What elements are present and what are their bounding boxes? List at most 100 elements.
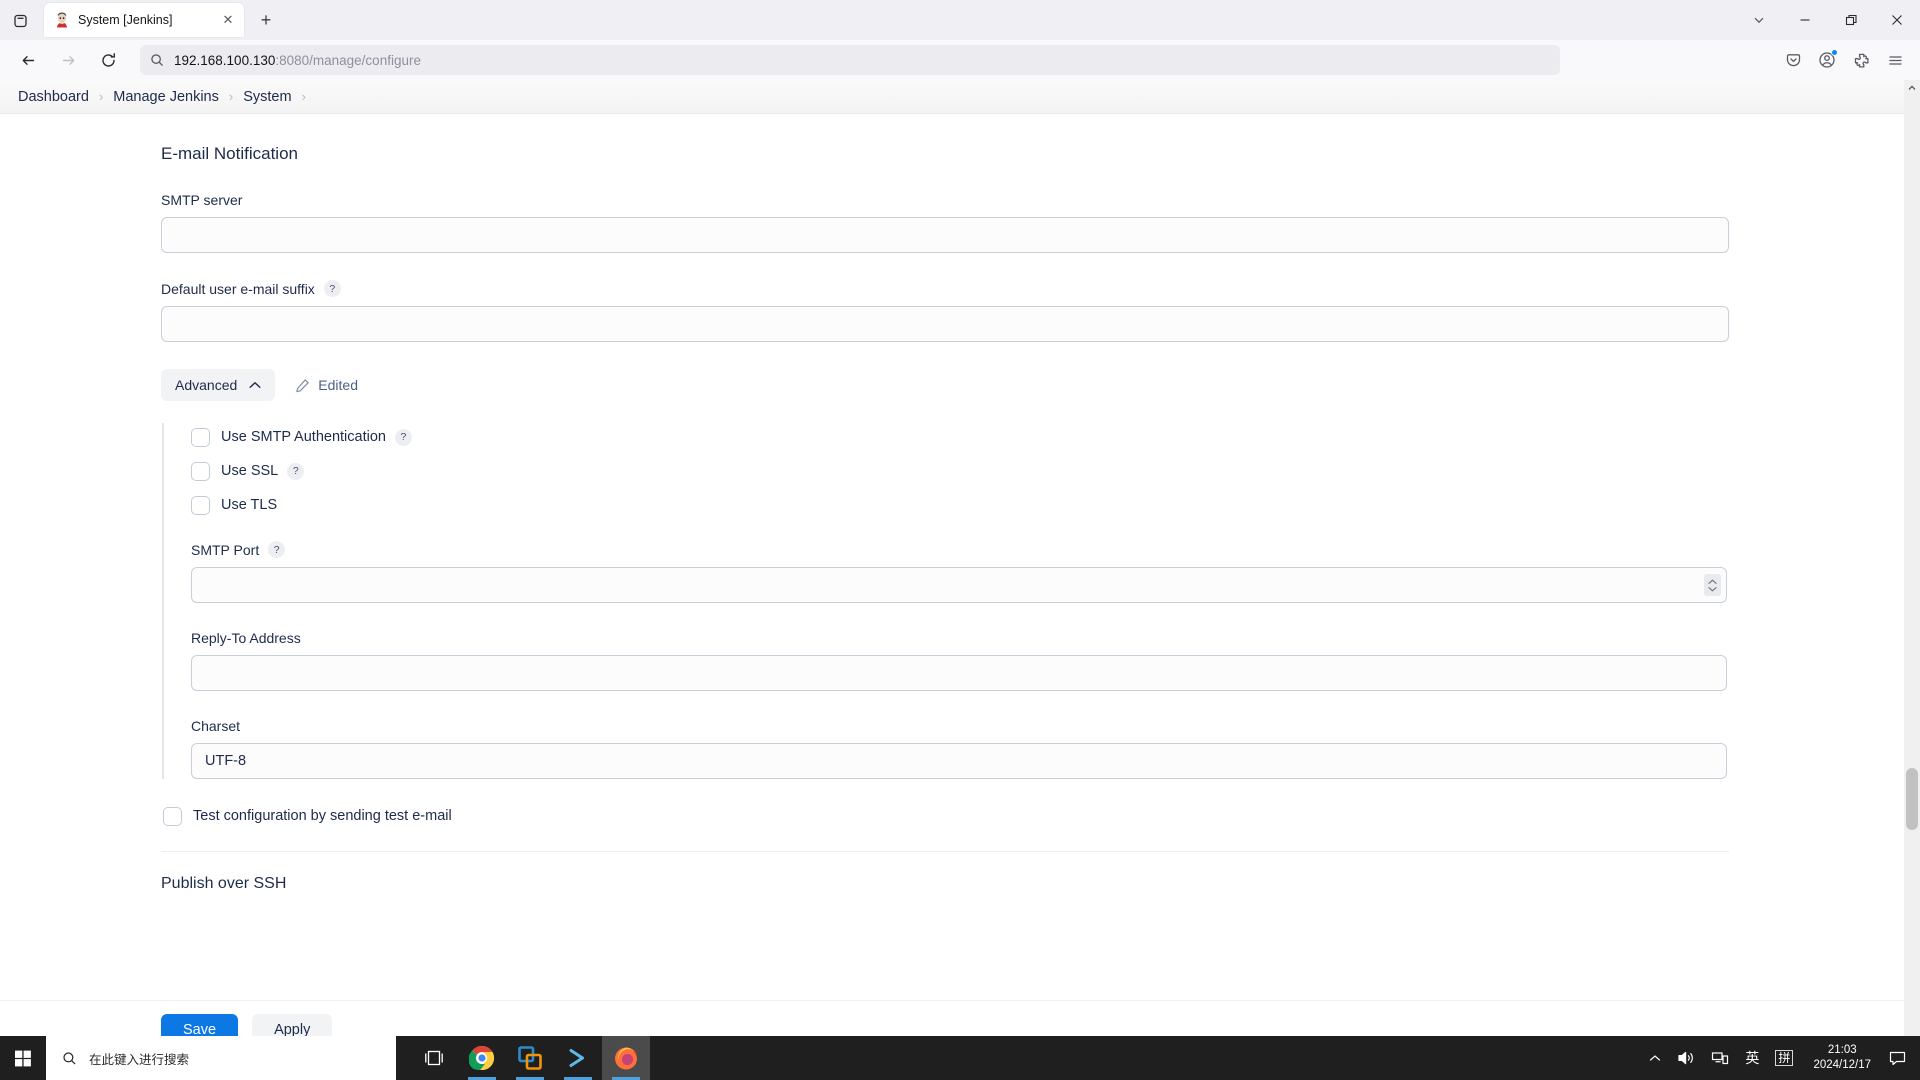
charset-label: Charset xyxy=(191,718,1731,734)
action-center-icon[interactable] xyxy=(1883,1036,1920,1080)
back-button-icon[interactable] xyxy=(11,44,45,76)
configuration-form: E-mail Notification SMTP server Default … xyxy=(0,114,1920,893)
forward-button-icon[interactable] xyxy=(51,44,85,76)
section-divider xyxy=(161,851,1729,852)
help-icon[interactable]: ? xyxy=(268,541,286,558)
advanced-toggle-label: Advanced xyxy=(175,377,238,393)
taskbar-clock[interactable]: 21:03 2024/12/17 xyxy=(1801,1036,1883,1080)
account-notification-dot xyxy=(1831,49,1838,56)
breadcrumb: Dashboard › Manage Jenkins › System › xyxy=(0,80,1920,114)
navigation-toolbar: 192.168.100.130:8080/manage/configure xyxy=(0,40,1920,80)
use-smtp-auth-checkbox[interactable] xyxy=(191,427,210,447)
scrollbar-thumb[interactable] xyxy=(1906,768,1918,830)
reply-to-label-text: Reply-To Address xyxy=(191,630,301,646)
page-scrollbar[interactable] xyxy=(1904,80,1920,1058)
smtp-port-number-stepper[interactable] xyxy=(1704,574,1721,596)
firefox-view-button[interactable] xyxy=(0,0,40,40)
windows-terminal-icon[interactable] xyxy=(554,1036,602,1080)
breadcrumb-separator-icon: › xyxy=(301,89,306,104)
jenkins-page-content: Dashboard › Manage Jenkins › System › E-… xyxy=(0,80,1920,1058)
page-title: E-mail Notification xyxy=(161,144,298,163)
save-to-pocket-icon[interactable] xyxy=(1776,44,1810,76)
charset-label-text: Charset xyxy=(191,718,241,734)
close-window-button[interactable] xyxy=(1874,0,1920,40)
reload-button-icon[interactable] xyxy=(91,44,125,76)
extensions-icon[interactable] xyxy=(1844,44,1878,76)
network-icon[interactable] xyxy=(1703,1036,1737,1080)
url-host: 192.168.100.130 xyxy=(174,52,276,68)
ime-language-indicator[interactable]: 英 xyxy=(1737,1036,1767,1080)
use-smtp-auth-label: Use SMTP Authentication ? xyxy=(221,428,412,446)
account-icon[interactable] xyxy=(1810,44,1844,76)
test-config-checkbox[interactable] xyxy=(163,806,182,826)
search-icon xyxy=(150,53,164,67)
tab-strip: System [Jenkins] ✕ + xyxy=(0,0,1920,40)
charset-input[interactable]: UTF-8 xyxy=(191,743,1727,779)
advanced-section: Use SMTP Authentication ? Use SSL ? Use … xyxy=(162,423,1731,779)
jenkins-favicon xyxy=(54,12,70,28)
ime-mode-indicator[interactable]: 拼 xyxy=(1767,1036,1801,1080)
smtp-port-label-text: SMTP Port xyxy=(191,541,260,558)
use-ssl-label-text: Use SSL xyxy=(221,463,279,479)
use-ssl-checkbox[interactable] xyxy=(191,461,210,481)
advanced-row: Advanced Edited xyxy=(161,369,1731,401)
smtp-port-label: SMTP Port ? xyxy=(191,541,1731,558)
advanced-toggle-button[interactable]: Advanced xyxy=(161,369,276,401)
vmware-workstation-icon[interactable] xyxy=(506,1036,554,1080)
taskbar-search-box[interactable]: 在此键入进行搜索 xyxy=(46,1036,396,1080)
system-tray: 英 拼 21:03 2024/12/17 xyxy=(1641,1036,1920,1080)
list-all-tabs-icon[interactable] xyxy=(1736,0,1782,40)
breadcrumb-item-manage-jenkins[interactable]: Manage Jenkins xyxy=(113,89,219,105)
clock-date: 2024/12/17 xyxy=(1813,1059,1871,1071)
windows-taskbar: 在此键入进行搜索 英 拼 21:03 2024/12/17 xyxy=(0,1036,1920,1080)
search-icon xyxy=(62,1051,77,1066)
breadcrumb-item-dashboard[interactable]: Dashboard xyxy=(18,89,89,105)
restore-window-button[interactable] xyxy=(1828,0,1874,40)
help-icon[interactable]: ? xyxy=(287,462,305,480)
google-chrome-icon[interactable] xyxy=(458,1036,506,1080)
breadcrumb-item-system[interactable]: System xyxy=(243,89,291,105)
ime-mode-label: 拼 xyxy=(1775,1050,1794,1066)
firefox-browser-window: System [Jenkins] ✕ + 192.168.100.130:808… xyxy=(0,0,1920,1058)
use-tls-row[interactable]: Use TLS xyxy=(191,491,1731,519)
breadcrumb-separator-icon: › xyxy=(228,89,234,104)
use-smtp-auth-row[interactable]: Use SMTP Authentication ? xyxy=(191,423,1731,451)
reply-to-input[interactable] xyxy=(191,655,1727,691)
use-ssl-label: Use SSL ? xyxy=(221,462,305,480)
help-icon[interactable]: ? xyxy=(323,280,341,297)
taskbar-search-placeholder: 在此键入进行搜索 xyxy=(89,1052,190,1067)
firefox-icon[interactable] xyxy=(602,1036,650,1080)
default-suffix-input[interactable] xyxy=(161,306,1729,342)
show-hidden-icons-icon[interactable] xyxy=(1641,1036,1669,1080)
publish-over-ssh-title: Publish over SSH xyxy=(161,875,287,892)
url-path: :8080/manage/configure xyxy=(275,52,421,68)
smtp-port-input[interactable] xyxy=(191,567,1727,603)
test-config-row[interactable]: Test configuration by sending test e-mai… xyxy=(163,802,1731,830)
clock-time: 21:03 xyxy=(1827,1044,1857,1056)
minimize-window-button[interactable] xyxy=(1782,0,1828,40)
help-icon[interactable]: ? xyxy=(394,428,412,446)
default-suffix-label-text: Default user e-mail suffix xyxy=(161,280,315,297)
tab-title: System [Jenkins] xyxy=(78,13,173,27)
taskbar-app-buttons xyxy=(410,1036,650,1080)
start-button[interactable] xyxy=(0,1036,46,1080)
browser-toolbar-icons xyxy=(1776,44,1912,76)
breadcrumb-separator-icon: › xyxy=(98,89,104,104)
use-ssl-row[interactable]: Use SSL ? xyxy=(191,457,1731,485)
task-view-icon[interactable] xyxy=(410,1036,458,1080)
scroll-up-arrow-icon[interactable] xyxy=(1904,80,1920,96)
use-tls-label-text: Use TLS xyxy=(221,497,278,513)
new-tab-button[interactable]: + xyxy=(250,4,282,36)
smtp-server-input[interactable] xyxy=(161,217,1729,253)
app-menu-icon[interactable] xyxy=(1878,44,1912,76)
reply-to-label: Reply-To Address xyxy=(191,630,1731,646)
use-tls-checkbox[interactable] xyxy=(191,495,210,515)
browser-tab[interactable]: System [Jenkins] ✕ xyxy=(44,3,244,37)
url-address-bar[interactable]: 192.168.100.130:8080/manage/configure xyxy=(140,45,1560,75)
use-tls-label: Use TLS xyxy=(221,497,277,513)
pencil-icon xyxy=(295,378,310,393)
chevron-up-icon xyxy=(249,381,261,390)
close-tab-icon[interactable]: ✕ xyxy=(218,10,238,30)
volume-icon[interactable] xyxy=(1669,1036,1703,1080)
edited-indicator[interactable]: Edited xyxy=(295,377,358,393)
